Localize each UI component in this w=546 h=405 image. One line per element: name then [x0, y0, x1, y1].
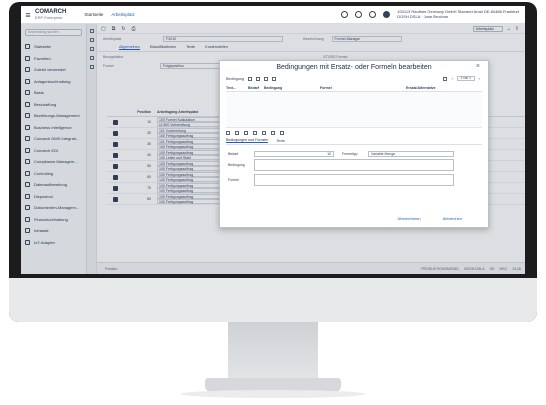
monitor-chin: [9, 278, 537, 322]
dialog-footer: Übernehmen Abbrechen: [398, 216, 462, 221]
page-indicator[interactable]: 1 von 1: [456, 76, 475, 81]
bedingung-field[interactable]: [254, 159, 454, 171]
new-icon[interactable]: [248, 76, 253, 81]
filter-icon[interactable]: [443, 76, 448, 81]
formeltyp-label: Formeltyp: [342, 151, 358, 156]
monitor: ≡ COMARCH ERP Enterprise Startseite Arbe…: [9, 2, 537, 322]
header-tabs: Startseite Arbeitsplatz: [84, 12, 135, 17]
screen: ≡ COMARCH ERP Enterprise Startseite Arbe…: [21, 6, 525, 274]
add-icon[interactable]: [226, 130, 230, 135]
edit-icon[interactable]: [256, 76, 261, 81]
bold-icon[interactable]: [235, 130, 239, 135]
check-icon[interactable]: [280, 130, 284, 135]
formeltyp-select[interactable]: Variable Menge: [368, 150, 454, 157]
toolbar-label: Bedingung: [226, 76, 245, 81]
formel-label: Formel: [228, 178, 239, 182]
user-avatar[interactable]: [383, 11, 391, 18]
brand-name: COMARCH: [35, 8, 67, 15]
function-icon[interactable]: [253, 130, 257, 135]
chevron-right-icon[interactable]: ›: [479, 77, 480, 81]
conditions-dialog: Bedingungen mit Ersatz- oder Formeln bea…: [219, 60, 489, 228]
ok-button[interactable]: Übernehmen: [398, 216, 421, 221]
notifications-icon[interactable]: [369, 11, 377, 18]
help-icon[interactable]: [341, 11, 349, 18]
tab-bedingungen[interactable]: Bedingungen und Formeln: [226, 138, 269, 143]
company-sub: DOSH DSLA · Jose Bruchon: [397, 13, 449, 19]
formel-field[interactable]: [254, 174, 454, 186]
bedingung-label: Bedingung: [228, 163, 245, 167]
tab-startseite[interactable]: Startseite: [84, 12, 103, 17]
dialog-grid-body: [226, 92, 482, 128]
brand-sub: ERP Enterprise: [35, 14, 63, 20]
dialog-grid-header: Text... Bedarf Bedingung Formel Ersatz/A…: [226, 84, 482, 92]
delete-icon[interactable]: [264, 76, 269, 81]
top-bar: ≡ COMARCH ERP Enterprise Startseite Arbe…: [21, 6, 525, 24]
menu-icon[interactable]: ≡: [21, 10, 35, 20]
top-right-area: 100113 Rauthes Germany GmbH Standort Ams…: [341, 9, 525, 19]
cancel-button[interactable]: Abbrechen: [443, 216, 462, 221]
dialog-tabs: Bedingungen und Formeln Texte: [226, 137, 482, 145]
tab-arbeitsplatz[interactable]: Arbeitsplatz: [111, 12, 135, 17]
dialog-title: Bedingungen mit Ersatz- oder Formeln bea…: [276, 63, 480, 71]
tab-texte[interactable]: Texte: [276, 139, 285, 143]
settings-icon[interactable]: [355, 11, 363, 18]
monitor-stand: [228, 322, 318, 380]
copy-icon[interactable]: [272, 76, 277, 81]
dialog-toolbar: Bedingung ‹ 1 von 1 ›: [220, 74, 488, 83]
redo-icon[interactable]: [271, 130, 275, 135]
close-icon[interactable]: ×: [476, 63, 480, 70]
dialog-editor-toolbar: [220, 128, 488, 137]
company-info: 100113 Rauthes Germany GmbH Standort Ams…: [397, 9, 519, 19]
bedarf-label: Bedarf: [228, 151, 239, 156]
undo-icon[interactable]: [262, 130, 266, 135]
italic-icon[interactable]: [244, 130, 248, 135]
shadow: [180, 390, 366, 398]
dialog-form: Bedarf 10 Formeltyp Variable Menge Bedin…: [220, 145, 488, 192]
pager: ‹ 1 von 1 ›: [443, 76, 488, 81]
bedarf-field[interactable]: 10: [254, 150, 334, 157]
chevron-left-icon[interactable]: ‹: [451, 77, 452, 81]
brand-logo: COMARCH ERP Enterprise: [35, 9, 66, 21]
